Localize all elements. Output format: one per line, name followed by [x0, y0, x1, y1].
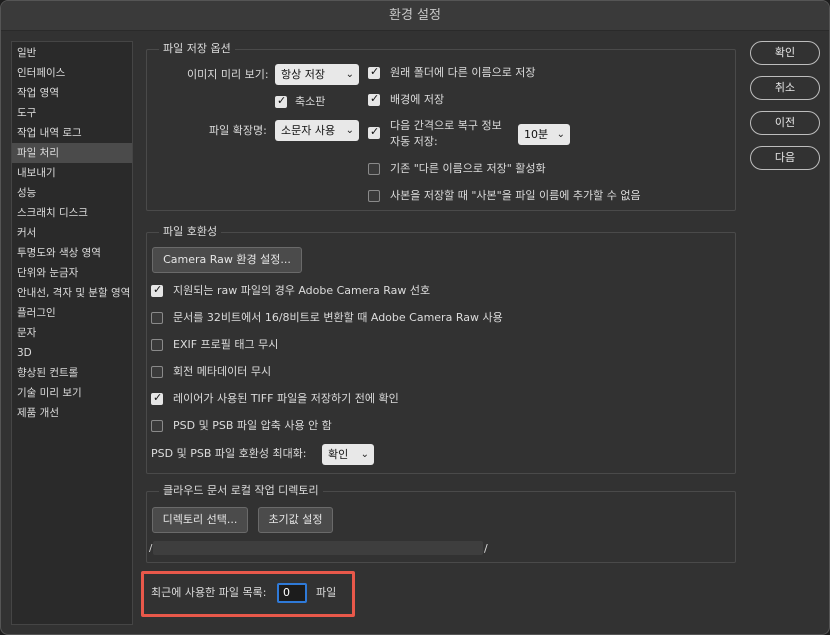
previous-button[interactable]: 이전: [750, 111, 820, 135]
camera-raw-preferences-button[interactable]: Camera Raw 환경 설정...: [152, 247, 302, 273]
checkmark-icon: ✓: [370, 92, 380, 105]
choose-directory-button[interactable]: 디렉토리 선택...: [152, 507, 248, 533]
confirm-layered-tiff-checkbox[interactable]: ✓: [151, 391, 163, 405]
sidebar-item[interactable]: 작업 내역 로그: [12, 123, 132, 143]
checkmark-icon: ✓: [153, 391, 163, 404]
maximize-compatibility-value: 확인: [328, 448, 349, 461]
sidebar-item[interactable]: 제품 개선: [12, 403, 132, 423]
legacy-save-as-checkbox[interactable]: [368, 163, 380, 175]
sidebar-item[interactable]: 내보내기: [12, 163, 132, 183]
file-extension-dropdown[interactable]: 소문자 사용 ⌄: [275, 120, 359, 141]
disable-psd-compression-checkbox[interactable]: [151, 420, 163, 432]
file-compatibility-legend: 파일 호환성: [159, 224, 222, 240]
recent-files-unit: 파일: [316, 586, 337, 599]
sidebar-item[interactable]: 파일 처리: [12, 143, 132, 163]
prefer-camera-raw-label: 지원되는 raw 파일의 경우 Adobe Camera Raw 선호: [173, 284, 431, 297]
cancel-button[interactable]: 취소: [750, 76, 820, 100]
checkmark-icon: ✓: [153, 283, 163, 296]
sidebar-item[interactable]: 기술 미리 보기: [12, 383, 132, 403]
use-camera-raw-convert-checkbox[interactable]: [151, 312, 163, 324]
image-preview-dropdown[interactable]: 항상 저장 ⌄: [275, 64, 359, 85]
sidebar-item[interactable]: 안내선, 격자 및 분할 영역: [12, 283, 132, 303]
maximize-compatibility-label: PSD 및 PSB 파일 호환성 최대화:: [151, 447, 307, 460]
directory-path-field: [153, 541, 483, 555]
recent-files-count-input[interactable]: 0: [277, 583, 307, 603]
thumbnail-label: 축소판: [295, 95, 326, 108]
file-extension-value: 소문자 사용: [281, 124, 336, 137]
confirm-layered-tiff-label: 레이어가 사용된 TIFF 파일을 저장하기 전에 확인: [173, 392, 399, 405]
save-original-folder-label: 원래 폴더에 다른 이름으로 저장: [390, 66, 536, 79]
path-prefix: /: [149, 543, 153, 554]
disable-psd-compression-label: PSD 및 PSB 파일 압축 사용 안 함: [173, 419, 332, 432]
sidebar-item[interactable]: 문자: [12, 323, 132, 343]
ignore-rotation-metadata-label: 회전 메타데이터 무시: [173, 365, 272, 378]
chevron-down-icon: ⌄: [360, 449, 369, 460]
sidebar-item[interactable]: 인터페이스: [12, 63, 132, 83]
sidebar-item[interactable]: 성능: [12, 183, 132, 203]
chevron-down-icon: ⌄: [345, 69, 354, 80]
chevron-down-icon: ⌄: [556, 129, 565, 140]
use-camera-raw-convert-label: 문서를 32비트에서 16/8비트로 변환할 때 Adobe Camera Ra…: [173, 311, 503, 324]
sidebar-item[interactable]: 스크래치 디스크: [12, 203, 132, 223]
save-background-checkbox[interactable]: ✓: [368, 92, 380, 106]
recent-files-label: 최근에 사용한 파일 목록:: [151, 586, 267, 599]
window-title: 환경 설정: [1, 1, 829, 31]
sidebar-item[interactable]: 일반: [12, 43, 132, 63]
autosave-interval-dropdown[interactable]: 10분 ⌄: [518, 124, 570, 145]
next-button[interactable]: 다음: [750, 146, 820, 170]
no-copy-suffix-checkbox[interactable]: [368, 190, 380, 202]
sidebar-item[interactable]: 3D: [12, 343, 132, 363]
chevron-down-icon: ⌄: [345, 125, 354, 136]
checkmark-icon: ✓: [277, 94, 287, 107]
preferences-window: 환경 설정 일반 인터페이스 작업 영역 도구 작업 내역 로그 파일 처리 내보내기 성능 스…: [0, 0, 830, 635]
sidebar-item[interactable]: 도구: [12, 103, 132, 123]
ignore-rotation-metadata-checkbox[interactable]: [151, 366, 163, 378]
autosave-checkbox[interactable]: ✓: [368, 125, 380, 139]
image-preview-label: 이미지 미리 보기:: [187, 68, 269, 81]
image-preview-value: 항상 저장: [281, 68, 325, 81]
cloud-docs-legend: 클라우드 문서 로컬 작업 디렉토리: [159, 483, 323, 499]
sidebar-item[interactable]: 커서: [12, 223, 132, 243]
sidebar-item[interactable]: 향상된 컨트롤: [12, 363, 132, 383]
sidebar-item[interactable]: 플러그인: [12, 303, 132, 323]
file-extension-label: 파일 확장명:: [209, 124, 267, 137]
autosave-interval-value: 10분: [524, 128, 549, 141]
checkmark-icon: ✓: [370, 65, 380, 78]
thumbnail-checkbox[interactable]: ✓: [275, 94, 287, 108]
maximize-compatibility-dropdown[interactable]: 확인 ⌄: [322, 444, 374, 465]
ignore-exif-profile-checkbox[interactable]: [151, 339, 163, 351]
reset-default-button[interactable]: 초기값 설정: [258, 507, 333, 533]
ok-button[interactable]: 확인: [750, 41, 820, 65]
no-copy-suffix-label: 사본을 저장할 때 "사본"을 파일 이름에 추가할 수 없음: [390, 189, 641, 202]
autosave-label-line2: 자동 저장:: [390, 135, 438, 148]
checkmark-icon: ✓: [370, 125, 380, 138]
sidebar-item[interactable]: 작업 영역: [12, 83, 132, 103]
save-original-folder-checkbox[interactable]: ✓: [368, 65, 380, 79]
ignore-exif-profile-label: EXIF 프로필 태그 무시: [173, 338, 279, 351]
prefer-camera-raw-checkbox[interactable]: ✓: [151, 283, 163, 297]
sidebar-item[interactable]: 투명도와 색상 영역: [12, 243, 132, 263]
autosave-label-line1: 다음 간격으로 복구 정보: [390, 119, 502, 132]
path-suffix: /: [484, 542, 488, 555]
sidebar-list: 일반 인터페이스 작업 영역 도구 작업 내역 로그 파일 처리 내보내기 성능 스크래치 디스…: [12, 42, 132, 423]
legacy-save-as-label: 기존 "다른 이름으로 저장" 활성화: [390, 162, 546, 175]
file-save-options-legend: 파일 저장 옵션: [159, 41, 235, 57]
sidebar-item[interactable]: 단위와 눈금자: [12, 263, 132, 283]
save-background-label: 배경에 저장: [390, 93, 445, 106]
sidebar: 일반 인터페이스 작업 영역 도구 작업 내역 로그 파일 처리 내보내기 성능 스크래치 디스…: [11, 41, 133, 625]
